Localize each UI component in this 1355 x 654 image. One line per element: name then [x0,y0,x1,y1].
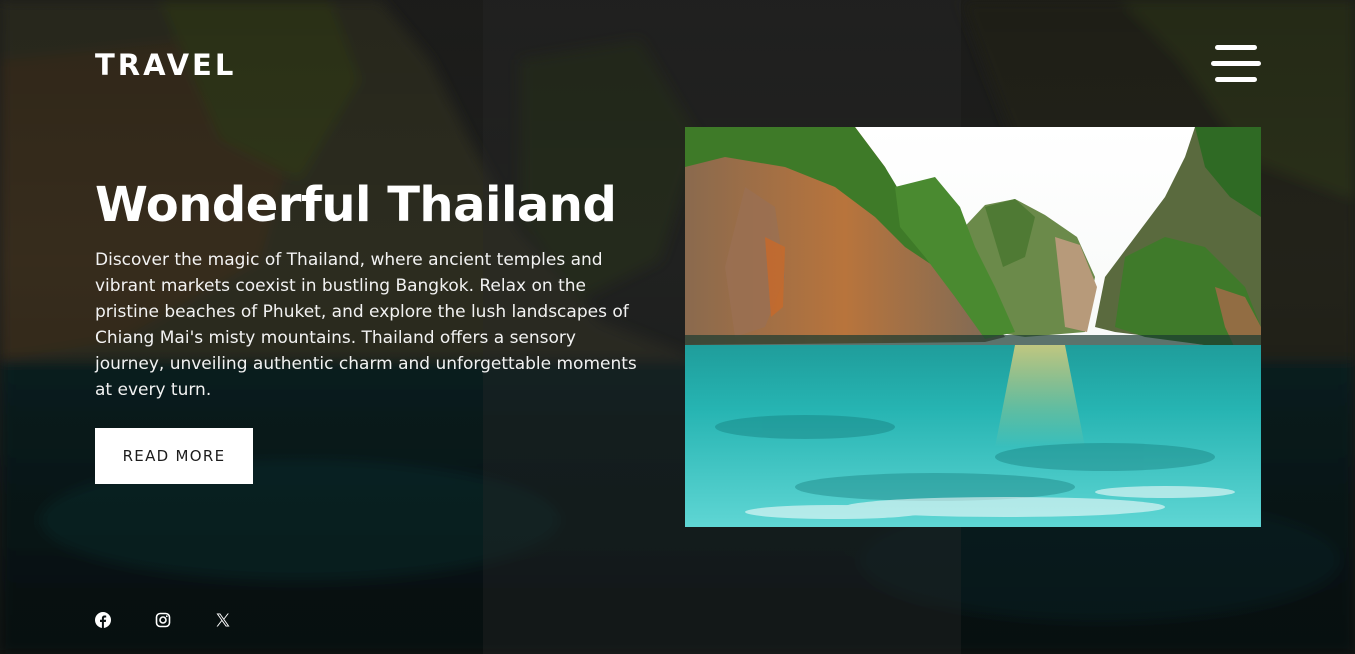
facebook-icon[interactable] [95,612,113,630]
menu-bar-bottom [1215,77,1257,82]
menu-bar-middle [1211,61,1261,66]
hero-description: Discover the magic of Thailand, where an… [95,250,637,400]
brand-logo[interactable]: TRAVEL [95,46,236,84]
hero-title: Wonderful Thailand [95,177,617,233]
x-twitter-icon[interactable] [215,612,233,630]
read-more-button[interactable]: READ MORE [95,428,253,484]
menu-bar-top [1215,45,1257,50]
hero-section: TRAVEL Wonderful Thailand Discover the m… [0,0,1355,654]
instagram-icon[interactable] [155,612,173,630]
featured-photo [685,127,1261,527]
hamburger-menu-icon[interactable] [1211,44,1261,84]
